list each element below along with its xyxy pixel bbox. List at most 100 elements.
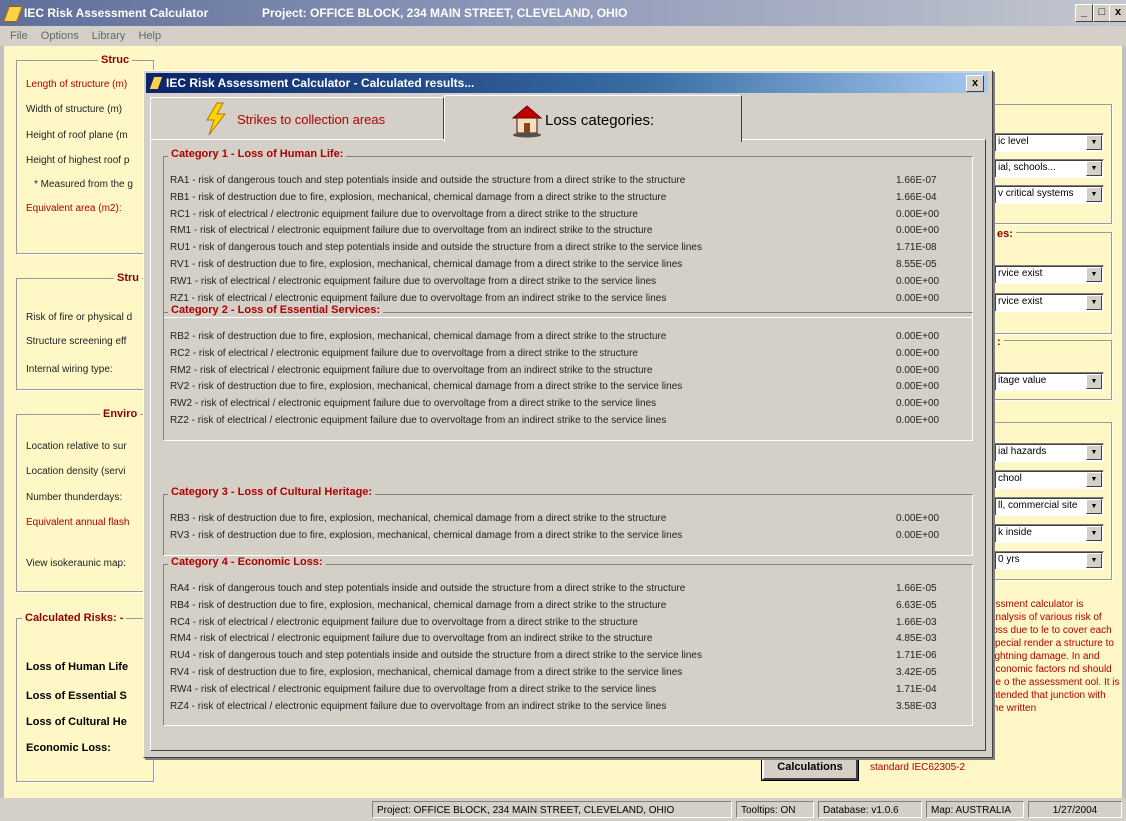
risk-value: 0.00E+00 <box>896 292 940 304</box>
dialog-title: IEC Risk Assessment Calculator - Calcula… <box>166 76 475 90</box>
years-select[interactable]: 0 yrs ▼ <box>994 551 1104 570</box>
main-title-bar: IEC Risk Assessment Calculator Project: … <box>0 0 1126 26</box>
category-title: Category 4 - Economic Loss: <box>168 556 326 568</box>
menu-options[interactable]: Options <box>41 30 79 42</box>
close-button[interactable]: x <box>1109 4 1126 22</box>
chevron-down-icon: ▼ <box>1086 472 1102 487</box>
menu-help[interactable]: Help <box>138 30 161 42</box>
service-1-select[interactable]: rvice exist ▼ <box>994 265 1104 284</box>
status-bar: Project: OFFICE BLOCK, 234 MAIN STREET, … <box>0 798 1126 821</box>
risk-value: 3.58E-03 <box>896 700 937 712</box>
risk-description: RM4 - risk of electrical / electronic eq… <box>170 633 653 645</box>
risk-value: 0.00E+00 <box>896 398 940 410</box>
risk-value: 3.42E-05 <box>896 667 937 678</box>
tab-loss-categories[interactable]: Loss categories: <box>444 95 742 142</box>
risk-value: 0.00E+00 <box>896 415 940 426</box>
chevron-down-icon: ▼ <box>1086 526 1102 541</box>
risk-row: RW4 - risk of electrical / electronic eq… <box>170 682 966 698</box>
risk-row: RB2 - risk of destruction due to fire, e… <box>170 329 966 345</box>
service-2-select[interactable]: rvice exist ▼ <box>994 293 1104 312</box>
risk-description: RW2 - risk of electrical / electronic eq… <box>170 398 657 410</box>
risk-description: RU1 - risk of dangerous touch and step p… <box>170 242 702 254</box>
risk-description: RZ4 - risk of electrical / electronic eq… <box>170 700 667 712</box>
inside-select[interactable]: k inside ▼ <box>994 524 1104 543</box>
risk-row: RC4 - risk of electrical / electronic eq… <box>170 615 966 631</box>
density-label: Location density (servi <box>26 466 126 477</box>
school-select[interactable]: chool ▼ <box>994 470 1104 489</box>
risk-value: 0.00E+00 <box>896 513 940 524</box>
calculator-description-note: essment calculator is analysis of variou… <box>990 599 1120 714</box>
risk-value: 8.55E-05 <box>896 259 937 270</box>
risk-description: RV3 - risk of destruction due to fire, e… <box>170 529 683 541</box>
menu-file[interactable]: File <box>10 30 28 42</box>
standard-reference: standard IEC62305-2 <box>870 762 966 773</box>
right-group-3-title: : <box>994 336 1004 348</box>
category-title: Category 2 - Loss of Essential Services: <box>168 304 384 316</box>
location-label: Location relative to sur <box>26 441 127 452</box>
lightning-icon <box>206 102 227 136</box>
risk-row: RB4 - risk of destruction due to fire, e… <box>170 598 966 614</box>
right-group-2-title: es: <box>994 228 1016 240</box>
category-title: Category 3 - Loss of Cultural Heritage: <box>168 486 376 498</box>
isokeraunic-map-label: View isokeraunic map: <box>26 558 126 569</box>
occupancy-select[interactable]: ial, schools... ▼ <box>994 159 1104 178</box>
risk-description: RZ1 - risk of electrical / electronic eq… <box>170 292 667 304</box>
risk-description: RU4 - risk of dangerous touch and step p… <box>170 650 702 662</box>
protection-level-select[interactable]: ic level ▼ <box>994 133 1104 152</box>
tab-strikes-collection-areas[interactable]: Strikes to collection areas <box>150 97 444 141</box>
status-project: Project: OFFICE BLOCK, 234 MAIN STREET, … <box>372 801 732 818</box>
roof-height-label: Height of roof plane (m <box>26 130 128 141</box>
economic-loss-label: Economic Loss: <box>26 742 111 754</box>
chevron-down-icon: ▼ <box>1086 553 1102 568</box>
category-title: Category 1 - Loss of Human Life: <box>168 148 347 160</box>
category-essential-services: Category 2 - Loss of Essential Services:… <box>163 304 973 441</box>
calculated-risks-title: Calculated Risks: - <box>22 612 127 624</box>
risk-row: RW2 - risk of electrical / electronic eq… <box>170 396 966 412</box>
risk-value: 0.00E+00 <box>896 364 940 376</box>
risk-value: 6.63E-05 <box>896 599 937 611</box>
category-cultural-heritage: Category 3 - Loss of Cultural Heritage: R… <box>163 486 973 556</box>
status-tooltips: Tooltips: ON <box>736 801 814 818</box>
strength-group-title: Stru <box>114 272 142 284</box>
loss-cultural-label: Loss of Cultural He <box>26 716 127 728</box>
thunderdays-label: Number thunderdays: <box>26 492 123 503</box>
risk-description: RA1 - risk of dangerous touch and step p… <box>170 175 686 186</box>
menu-library[interactable]: Library <box>92 30 126 42</box>
risk-row: RZ2 - risk of electrical / electronic eq… <box>170 413 966 429</box>
category-economic-loss: Category 4 - Economic Loss: RA4 - risk of… <box>163 556 973 727</box>
risk-row: RM1 - risk of electrical / electronic eq… <box>170 223 966 239</box>
chevron-down-icon: ▼ <box>1086 295 1102 310</box>
calculations-button[interactable]: Calculations <box>761 755 859 781</box>
risk-description: RM2 - risk of electrical / electronic eq… <box>170 364 653 376</box>
minimize-button[interactable]: _ <box>1075 4 1093 22</box>
status-map: Map: AUSTRALIA <box>926 801 1024 818</box>
right-group-3 <box>992 340 1112 400</box>
risk-row: RU4 - risk of dangerous touch and step p… <box>170 648 966 664</box>
chevron-down-icon: ▼ <box>1086 445 1102 460</box>
commercial-site-select[interactable]: ll, commercial site ▼ <box>994 497 1104 516</box>
dialog-close-button[interactable]: x <box>966 75 984 92</box>
heritage-select[interactable]: itage value ▼ <box>994 372 1104 391</box>
dialog-title-bar: IEC Risk Assessment Calculator - Calcula… <box>146 73 988 93</box>
house-icon <box>511 105 543 138</box>
screening-label: Structure screening eff <box>26 336 127 347</box>
risk-description: RW1 - risk of electrical / electronic eq… <box>170 275 657 287</box>
critical-systems-select[interactable]: v critical systems ▼ <box>994 185 1104 204</box>
risk-row: RB3 - risk of destruction due to fire, e… <box>170 511 966 527</box>
risk-row: RZ4 - risk of electrical / electronic eq… <box>170 699 966 715</box>
equivalent-area-label: Equivalent area (m2): <box>26 203 122 214</box>
measured-note: * Measured from the g <box>34 179 133 190</box>
risk-value: 1.71E-06 <box>896 650 937 662</box>
menu-bar: File Options Library Help <box>0 26 1126 46</box>
structure-group-title: Struc <box>98 54 133 66</box>
fire-risk-label: Risk of fire or physical d <box>26 312 133 323</box>
risk-description: RV2 - risk of destruction due to fire, e… <box>170 381 683 393</box>
risk-row: RW1 - risk of electrical / electronic eq… <box>170 274 966 290</box>
app-title: IEC Risk Assessment Calculator <box>24 6 209 20</box>
hazards-select[interactable]: ial hazards ▼ <box>994 443 1104 462</box>
calculated-results-dialog: IEC Risk Assessment Calculator - Calcula… <box>143 70 993 758</box>
risk-description: RB1 - risk of destruction due to fire, e… <box>170 191 667 203</box>
risk-description: RZ2 - risk of electrical / electronic eq… <box>170 415 667 426</box>
chevron-down-icon: ▼ <box>1086 499 1102 514</box>
wiring-label: Internal wiring type: <box>26 364 113 375</box>
